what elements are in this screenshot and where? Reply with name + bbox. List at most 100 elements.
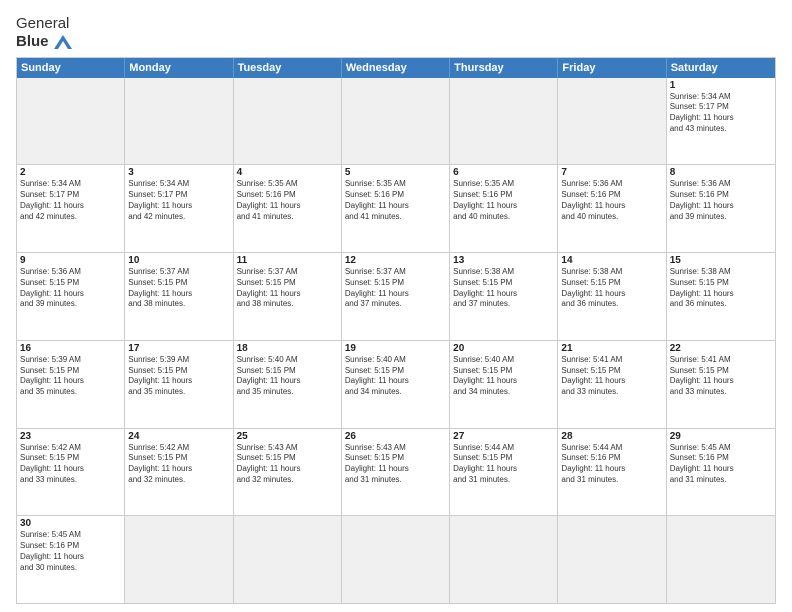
calendar-cell: 7Sunrise: 5:36 AM Sunset: 5:16 PM Daylig…	[558, 165, 666, 252]
day-info: Sunrise: 5:45 AM Sunset: 5:16 PM Dayligh…	[20, 530, 121, 573]
calendar-body: 1Sunrise: 5:34 AM Sunset: 5:17 PM Daylig…	[17, 78, 775, 604]
calendar-header: SundayMondayTuesdayWednesdayThursdayFrid…	[17, 58, 775, 78]
day-number: 26	[345, 431, 446, 442]
calendar-cell: 8Sunrise: 5:36 AM Sunset: 5:16 PM Daylig…	[667, 165, 775, 252]
day-info: Sunrise: 5:41 AM Sunset: 5:15 PM Dayligh…	[561, 355, 662, 398]
header: General Blue	[16, 12, 776, 51]
day-info: Sunrise: 5:40 AM Sunset: 5:15 PM Dayligh…	[453, 355, 554, 398]
calendar-cell: 24Sunrise: 5:42 AM Sunset: 5:15 PM Dayli…	[125, 429, 233, 516]
day-info: Sunrise: 5:37 AM Sunset: 5:15 PM Dayligh…	[237, 267, 338, 310]
calendar-header-cell: Saturday	[667, 58, 775, 78]
day-number: 28	[561, 431, 662, 442]
calendar-cell: 20Sunrise: 5:40 AM Sunset: 5:15 PM Dayli…	[450, 341, 558, 428]
day-number: 7	[561, 167, 662, 178]
calendar-cell: 11Sunrise: 5:37 AM Sunset: 5:15 PM Dayli…	[234, 253, 342, 340]
day-info: Sunrise: 5:34 AM Sunset: 5:17 PM Dayligh…	[670, 92, 772, 135]
calendar-header-cell: Sunday	[17, 58, 125, 78]
calendar-cell: 30Sunrise: 5:45 AM Sunset: 5:16 PM Dayli…	[17, 516, 125, 603]
calendar-cell: 23Sunrise: 5:42 AM Sunset: 5:15 PM Dayli…	[17, 429, 125, 516]
day-info: Sunrise: 5:34 AM Sunset: 5:17 PM Dayligh…	[20, 179, 121, 222]
day-number: 12	[345, 255, 446, 266]
calendar-row: 9Sunrise: 5:36 AM Sunset: 5:15 PM Daylig…	[17, 253, 775, 341]
calendar-cell	[234, 78, 342, 165]
day-info: Sunrise: 5:39 AM Sunset: 5:15 PM Dayligh…	[20, 355, 121, 398]
day-info: Sunrise: 5:34 AM Sunset: 5:17 PM Dayligh…	[128, 179, 229, 222]
day-number: 17	[128, 343, 229, 354]
day-info: Sunrise: 5:38 AM Sunset: 5:15 PM Dayligh…	[561, 267, 662, 310]
calendar-cell	[17, 78, 125, 165]
day-info: Sunrise: 5:42 AM Sunset: 5:15 PM Dayligh…	[128, 443, 229, 486]
day-info: Sunrise: 5:38 AM Sunset: 5:15 PM Dayligh…	[670, 267, 772, 310]
day-info: Sunrise: 5:35 AM Sunset: 5:16 PM Dayligh…	[345, 179, 446, 222]
day-info: Sunrise: 5:38 AM Sunset: 5:15 PM Dayligh…	[453, 267, 554, 310]
page: General Blue SundayMondayTuesdayWednesda…	[0, 0, 792, 612]
day-info: Sunrise: 5:36 AM Sunset: 5:16 PM Dayligh…	[561, 179, 662, 222]
calendar-cell: 15Sunrise: 5:38 AM Sunset: 5:15 PM Dayli…	[667, 253, 775, 340]
calendar-row: 2Sunrise: 5:34 AM Sunset: 5:17 PM Daylig…	[17, 165, 775, 253]
calendar-cell	[234, 516, 342, 603]
calendar-cell	[558, 78, 666, 165]
calendar-cell	[342, 78, 450, 165]
day-info: Sunrise: 5:37 AM Sunset: 5:15 PM Dayligh…	[345, 267, 446, 310]
day-info: Sunrise: 5:40 AM Sunset: 5:15 PM Dayligh…	[345, 355, 446, 398]
calendar-cell: 6Sunrise: 5:35 AM Sunset: 5:16 PM Daylig…	[450, 165, 558, 252]
calendar-row: 16Sunrise: 5:39 AM Sunset: 5:15 PM Dayli…	[17, 341, 775, 429]
calendar-cell: 4Sunrise: 5:35 AM Sunset: 5:16 PM Daylig…	[234, 165, 342, 252]
day-info: Sunrise: 5:36 AM Sunset: 5:16 PM Dayligh…	[670, 179, 772, 222]
day-info: Sunrise: 5:44 AM Sunset: 5:16 PM Dayligh…	[561, 443, 662, 486]
day-number: 24	[128, 431, 229, 442]
calendar-cell: 22Sunrise: 5:41 AM Sunset: 5:15 PM Dayli…	[667, 341, 775, 428]
calendar-cell: 3Sunrise: 5:34 AM Sunset: 5:17 PM Daylig…	[125, 165, 233, 252]
day-info: Sunrise: 5:42 AM Sunset: 5:15 PM Dayligh…	[20, 443, 121, 486]
calendar-cell: 28Sunrise: 5:44 AM Sunset: 5:16 PM Dayli…	[558, 429, 666, 516]
logo: General Blue	[16, 16, 74, 51]
logo-blue-text: Blue	[16, 33, 49, 50]
day-number: 15	[670, 255, 772, 266]
calendar-cell: 27Sunrise: 5:44 AM Sunset: 5:15 PM Dayli…	[450, 429, 558, 516]
day-number: 4	[237, 167, 338, 178]
calendar-row: 23Sunrise: 5:42 AM Sunset: 5:15 PM Dayli…	[17, 429, 775, 517]
day-number: 8	[670, 167, 772, 178]
calendar-header-cell: Wednesday	[342, 58, 450, 78]
calendar-row: 30Sunrise: 5:45 AM Sunset: 5:16 PM Dayli…	[17, 516, 775, 603]
day-info: Sunrise: 5:45 AM Sunset: 5:16 PM Dayligh…	[670, 443, 772, 486]
calendar-cell: 29Sunrise: 5:45 AM Sunset: 5:16 PM Dayli…	[667, 429, 775, 516]
day-number: 20	[453, 343, 554, 354]
day-info: Sunrise: 5:43 AM Sunset: 5:15 PM Dayligh…	[237, 443, 338, 486]
day-number: 10	[128, 255, 229, 266]
day-number: 9	[20, 255, 121, 266]
calendar-cell: 1Sunrise: 5:34 AM Sunset: 5:17 PM Daylig…	[667, 78, 775, 165]
day-number: 18	[237, 343, 338, 354]
calendar-header-cell: Thursday	[450, 58, 558, 78]
day-number: 27	[453, 431, 554, 442]
calendar-cell: 13Sunrise: 5:38 AM Sunset: 5:15 PM Dayli…	[450, 253, 558, 340]
day-number: 22	[670, 343, 772, 354]
day-info: Sunrise: 5:41 AM Sunset: 5:15 PM Dayligh…	[670, 355, 772, 398]
day-info: Sunrise: 5:35 AM Sunset: 5:16 PM Dayligh…	[453, 179, 554, 222]
calendar-header-cell: Friday	[558, 58, 666, 78]
day-number: 3	[128, 167, 229, 178]
day-number: 5	[345, 167, 446, 178]
day-number: 19	[345, 343, 446, 354]
calendar-cell: 26Sunrise: 5:43 AM Sunset: 5:15 PM Dayli…	[342, 429, 450, 516]
calendar-cell	[558, 516, 666, 603]
day-info: Sunrise: 5:44 AM Sunset: 5:15 PM Dayligh…	[453, 443, 554, 486]
day-number: 2	[20, 167, 121, 178]
calendar-row: 1Sunrise: 5:34 AM Sunset: 5:17 PM Daylig…	[17, 78, 775, 166]
calendar-cell: 14Sunrise: 5:38 AM Sunset: 5:15 PM Dayli…	[558, 253, 666, 340]
calendar-cell	[342, 516, 450, 603]
day-number: 1	[670, 80, 772, 91]
day-info: Sunrise: 5:37 AM Sunset: 5:15 PM Dayligh…	[128, 267, 229, 310]
day-number: 6	[453, 167, 554, 178]
calendar-cell: 21Sunrise: 5:41 AM Sunset: 5:15 PM Dayli…	[558, 341, 666, 428]
day-info: Sunrise: 5:40 AM Sunset: 5:15 PM Dayligh…	[237, 355, 338, 398]
day-number: 30	[20, 518, 121, 529]
calendar-cell: 19Sunrise: 5:40 AM Sunset: 5:15 PM Dayli…	[342, 341, 450, 428]
calendar-cell	[450, 78, 558, 165]
calendar-cell	[125, 78, 233, 165]
day-number: 14	[561, 255, 662, 266]
day-number: 13	[453, 255, 554, 266]
calendar-cell: 16Sunrise: 5:39 AM Sunset: 5:15 PM Dayli…	[17, 341, 125, 428]
calendar-cell	[450, 516, 558, 603]
day-number: 23	[20, 431, 121, 442]
